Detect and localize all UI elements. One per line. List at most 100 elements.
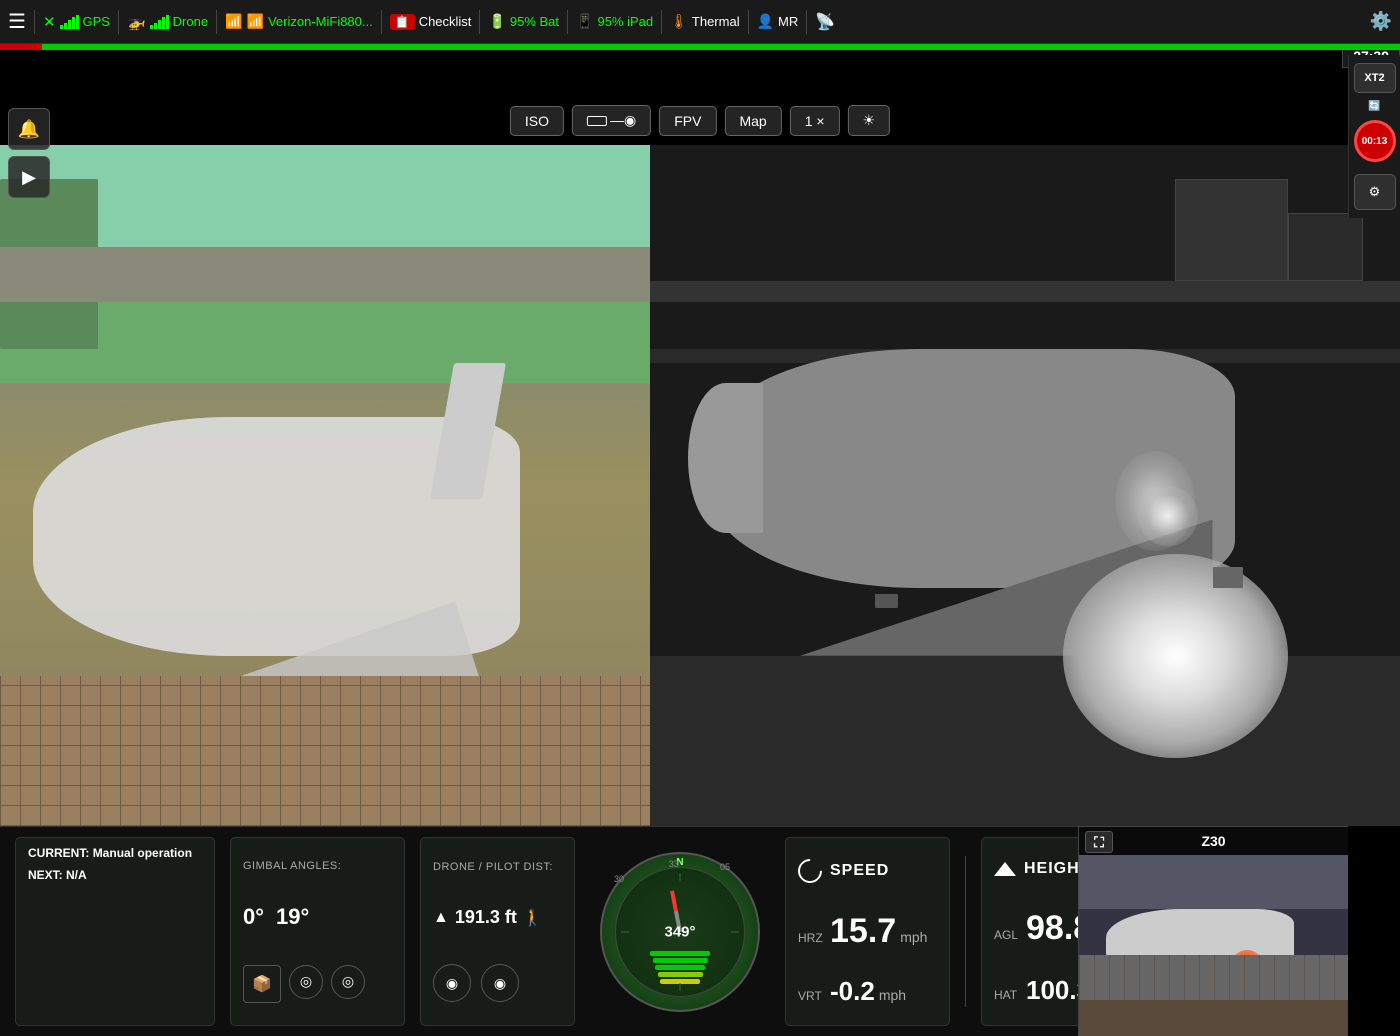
record-time: 00:13 [1362,136,1388,147]
speed-title: SPEED [830,862,889,880]
gps-status: ✕ GPS [43,13,110,31]
gimbal-angle2: 19° [276,904,309,930]
thermal-video-feed [650,145,1400,826]
gps-icon: ✕ [43,13,56,31]
gps-label: GPS [83,14,110,29]
hrz-speed-unit: mph [900,929,927,945]
next-value: N/A [66,868,87,882]
ipad-label: 95% iPad [597,14,653,29]
height-mountain-icon [994,860,1016,878]
iso-button[interactable]: ISO [510,106,564,136]
compass-signal-bars [650,951,710,984]
camera-rotate-button[interactable]: 🔄 [1368,101,1380,112]
gimbal-dial1: ◎ [289,965,323,999]
mini-video-bg [1079,855,1348,1036]
checklist-status[interactable]: 📋 Checklist [390,14,472,30]
gimbal-angles-box: GIMBAL ANGLES: 0° 19° 📦 ◎ ◎ [230,837,405,1026]
current-label: CURRENT: [28,846,89,860]
hat-label: HAT [994,988,1022,1002]
drone-status: 🚁 Drone [127,13,208,31]
map-button[interactable]: Map [724,106,781,136]
dist-value: 191.3 ft [455,907,517,928]
drone-arrow-up-icon: ▲ [433,909,449,927]
gps-signal [60,15,79,29]
gimbal-dial2: ◎ [331,965,365,999]
checklist-label: Checklist [419,14,472,29]
compass-ring: N 05 30 33 349° [600,852,760,1012]
thermal-status: 🌡 Thermal [670,13,739,30]
compass-05: 05 [720,862,730,872]
vrt-speed-value: -0.2 [830,978,875,1004]
exposure-icon: —◉ [587,112,636,129]
compass-tick-top [680,873,681,881]
compass-tick-right [731,931,739,932]
sliders-icon: ⚙ [1369,184,1381,200]
compass-box: N 05 30 33 349° [590,837,770,1026]
pilot-icon: 🚶 [523,908,543,928]
settings-button[interactable]: ⚙️ [1370,11,1392,32]
fpv-button[interactable]: FPV [659,106,716,136]
wifi-status: 📶 📶 Verizon-MiFi880... [225,13,373,30]
speed-height-divider [965,856,966,1007]
pilot-direction-dial: ◉ [481,964,519,1002]
menu-button[interactable]: ☰ [8,12,26,32]
thermal-icon: 🌡 [670,13,688,30]
hrz-label: HRZ [798,931,826,945]
drone-label: Drone [173,14,208,29]
camera-type-label: XT2 [1354,63,1396,93]
drone-pilot-dist-box: DRONE / PILOT DIST: ▲ 191.3 ft 🚶 ◉ ◉ [420,837,575,1026]
current-value: Manual operation [93,846,192,860]
battery-icon: 🔋 [488,13,505,30]
drone-icon: 🚁 [127,13,146,31]
settings-icon: ⚙️ [1370,11,1392,32]
wifi-icon2: 📶 [247,13,264,30]
vrt-label: VRT [798,989,826,1003]
compass-30: 30 [614,874,624,884]
bell-icon: 🔔 [18,119,40,140]
current-mission-row: CURRENT: Manual operation [28,846,202,860]
ipad-icon: 📱 [576,13,593,30]
record-button[interactable]: 00:13 [1354,120,1396,162]
gimbal-icon1: 📦 [243,965,281,1003]
exposure-button[interactable]: —◉ [572,105,651,136]
topbar: ☰ ✕ GPS 🚁 Drone 📶 📶 Verizon-MiFi880... 📋… [0,0,1400,44]
gimbal-angle1: 0° [243,904,264,930]
checklist-icon: 📋 [390,14,415,30]
ipad-status: 📱 95% iPad [576,13,653,30]
hrz-speed-value: 15.7 [830,914,896,948]
camera-toolbar: ISO —◉ FPV Map 1 × ☀ [510,105,890,136]
left-buttons-panel: 🔔 ▶ [0,100,58,206]
notification-button[interactable]: 🔔 [8,108,50,150]
zoom-button[interactable]: 1 × [790,106,840,136]
mini-view-label: Z30 [1201,833,1225,849]
agl-label: AGL [994,928,1022,942]
stream-icon: 📡 [815,12,835,32]
expand-mini-view-button[interactable]: ⛶ [1085,831,1113,853]
next-mission-row: NEXT: N/A [28,868,202,882]
sun-icon: ☀ [863,112,876,128]
gimbal-title: GIMBAL ANGLES: [243,860,392,872]
drone-direction-dial: ◉ [433,964,471,1002]
compass-tick-bottom [680,983,681,991]
right-camera-panel: XT2 🔄 00:13 ⚙ [1348,55,1400,218]
compass-heading: 349° [664,923,695,940]
dist-title: DRONE / PILOT DIST: [433,861,562,873]
wifi-label: Verizon-MiFi880... [268,14,373,29]
mission-info-box: CURRENT: Manual operation NEXT: N/A [15,837,215,1026]
user-label: MR [778,14,798,29]
filter-settings-button[interactable]: ⚙ [1354,174,1396,210]
mini-view-header: ⛶ Z30 [1079,827,1348,855]
wifi-icon: 📶 [225,13,242,30]
next-label: NEXT: [28,868,63,882]
display-mode-button[interactable]: ☀ [848,105,891,136]
color-video-feed [0,145,650,826]
vrt-speed-unit: mph [879,987,906,1003]
drone-signal [150,15,169,29]
status-strip [0,44,1400,50]
mini-camera-view: ⛶ Z30 [1078,826,1348,1036]
speed-gauge-icon [793,854,827,888]
play-button[interactable]: ▶ [8,156,50,198]
user-icon: 👤 [757,13,774,30]
battery-status: 🔋 95% Bat [488,13,559,30]
rotate-icon: 🔄 [1368,101,1380,112]
